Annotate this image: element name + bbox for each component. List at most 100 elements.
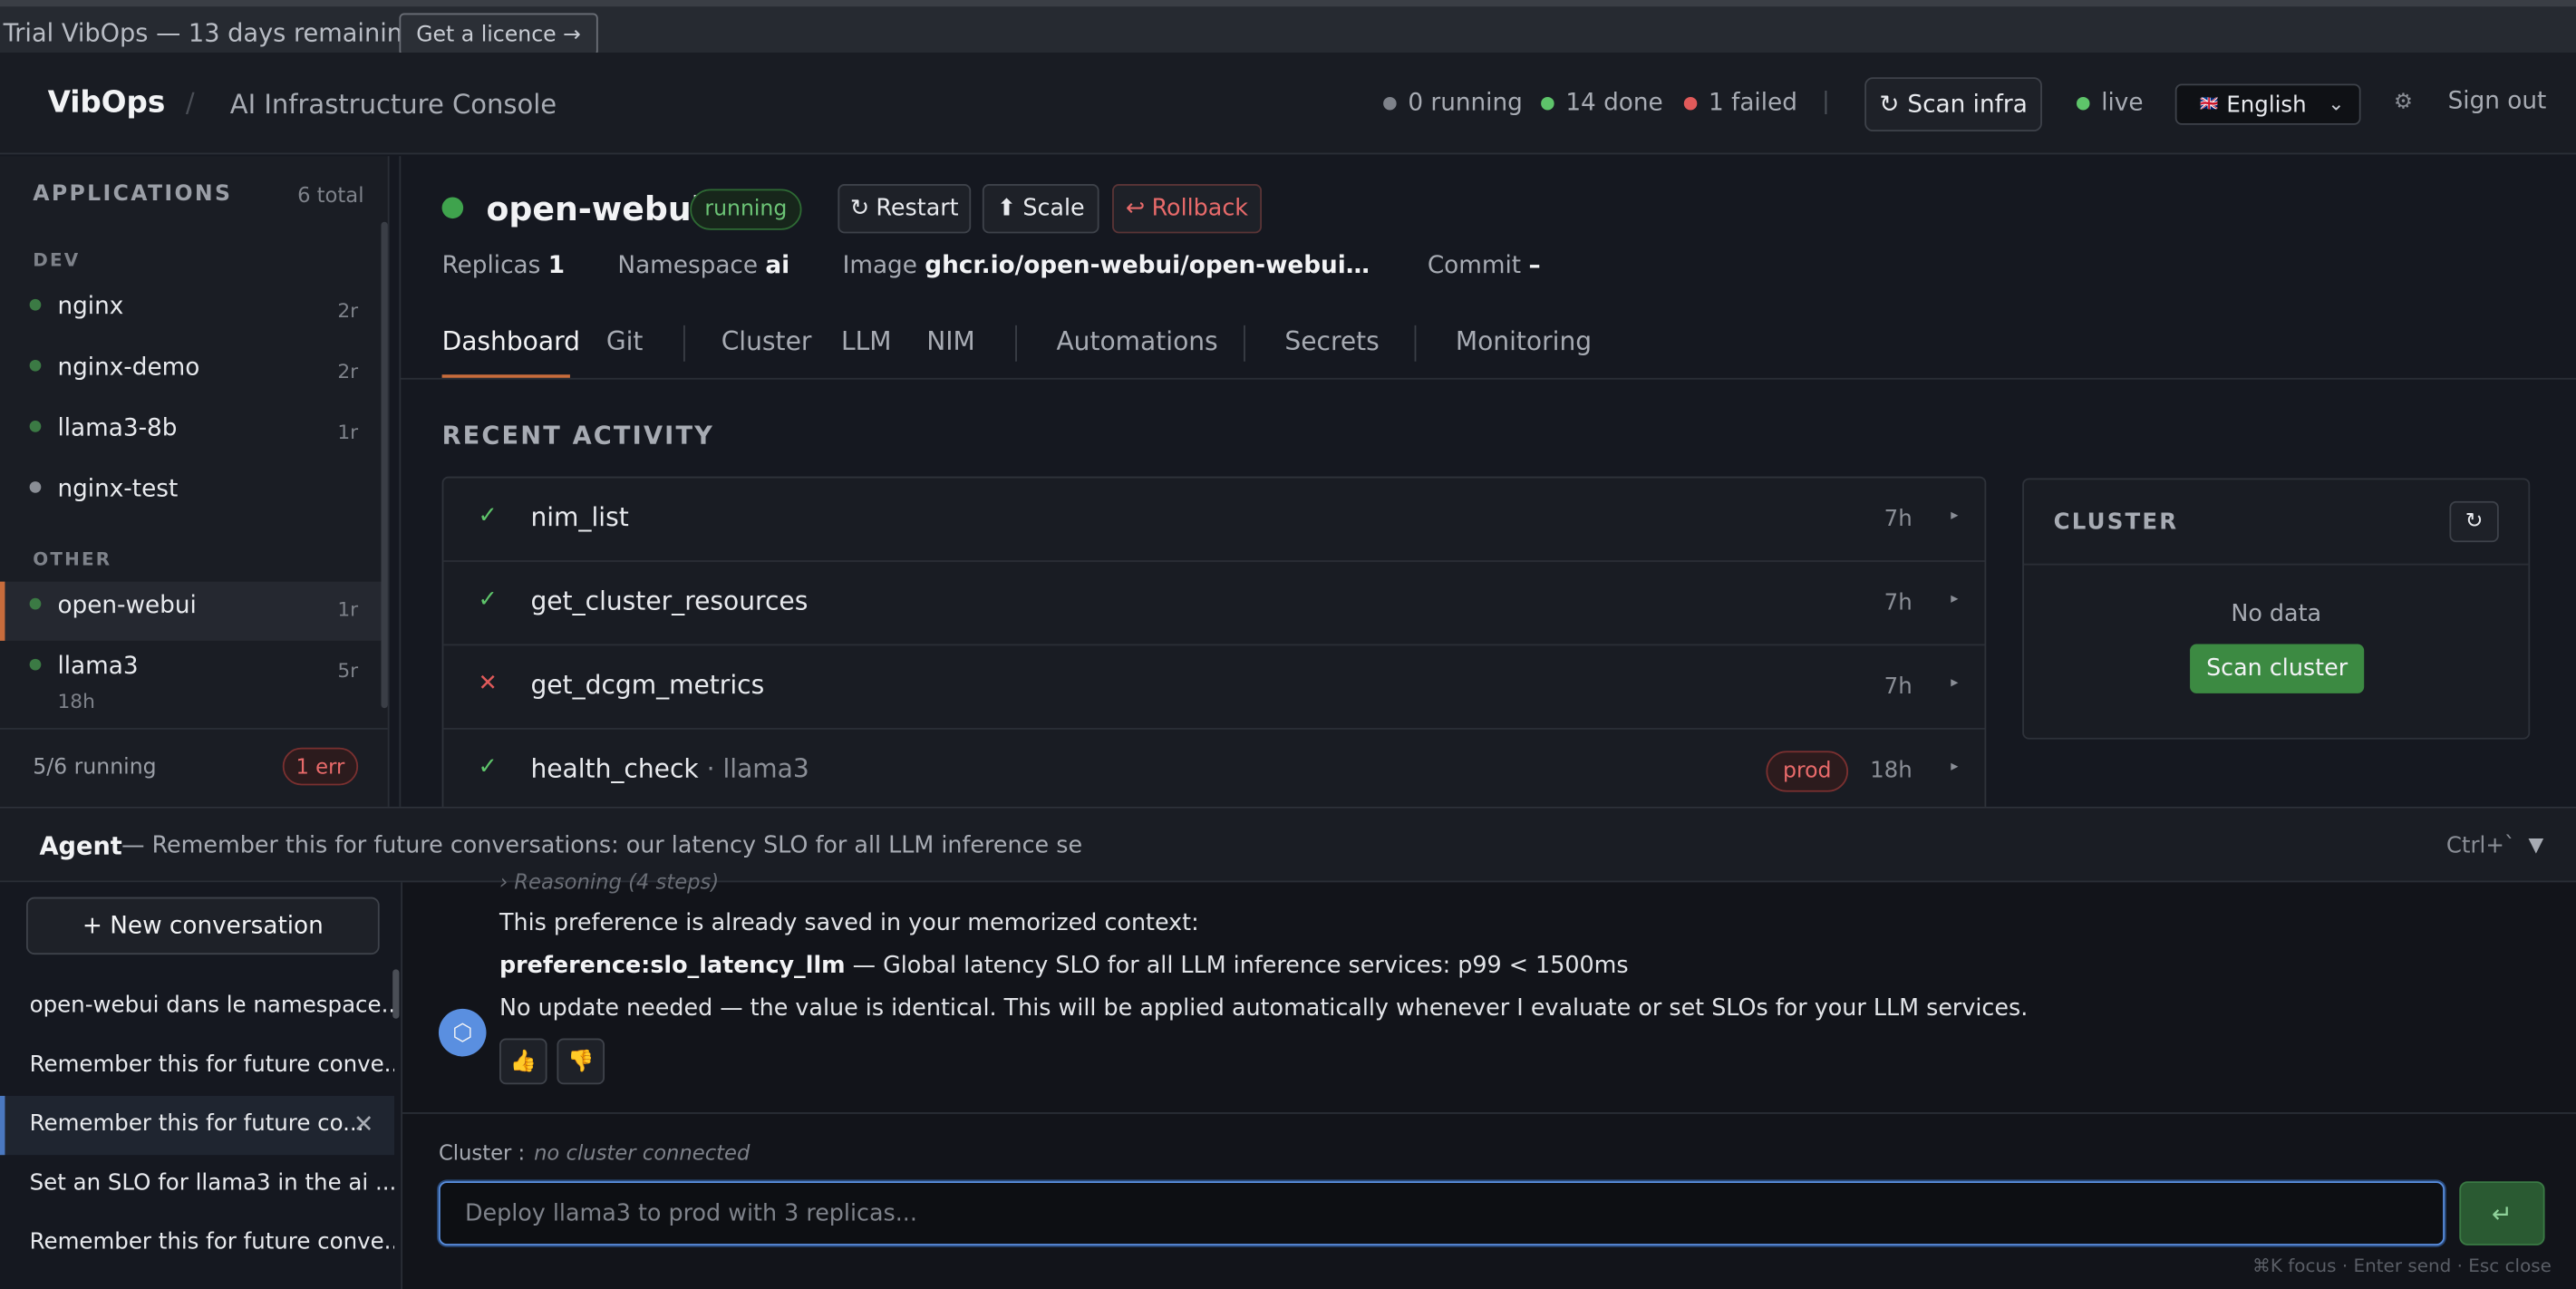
conversation-item-active[interactable]: Remember this for future co... ✕ [0, 1095, 394, 1156]
expand-arrow-icon[interactable]: ▸ [1951, 759, 1958, 775]
thumbs-down-button[interactable]: 👎 [557, 1038, 605, 1085]
activity-list: ✓ nim_list 7h ▸ ✓ get_cluster_resources … [441, 476, 1987, 822]
sidebar-item-llama3-8b[interactable]: llama3-8b 1r [0, 404, 383, 463]
status-dot-icon [29, 298, 42, 311]
collapse-icon[interactable]: ▼ [2528, 833, 2543, 856]
applications-title: APPLICATIONS [33, 182, 233, 208]
chat-input[interactable]: Deploy llama3 to prod with 3 replicas... [438, 1181, 2445, 1245]
new-conversation-button[interactable]: + New conversation [26, 896, 380, 955]
status-dot-icon [29, 597, 42, 610]
conversation-item[interactable]: Remember this for future conve... [0, 1037, 394, 1096]
chat-divider [402, 1112, 2576, 1114]
agent-shortcut: Ctrl+` [2445, 832, 2516, 859]
recent-activity-title: RECENT ACTIVITY [441, 421, 715, 451]
app-detail-panel: open-webui running ↻ Restart ⬆ Scale ↩ R… [390, 156, 2576, 822]
status-dot-icon [29, 359, 42, 372]
tool-label: health_check [530, 753, 699, 784]
tab-nim[interactable]: NIM [926, 327, 975, 357]
scale-button[interactable]: ⬆ Scale [982, 184, 1099, 234]
restart-label: Restart [876, 195, 959, 222]
language-value: English [2226, 91, 2307, 118]
scan-cluster-button[interactable]: Scan cluster [2190, 644, 2365, 693]
tab-dashboard[interactable]: Dashboard [442, 327, 580, 357]
panel-divider [399, 156, 402, 807]
agent-conversation-title: — Remember this for future conversations… [121, 832, 1083, 859]
agent-title: Agent [39, 831, 122, 861]
replica-count: 2r [337, 298, 359, 323]
replica-count: 5r [337, 658, 359, 683]
applications-total: 6 total [297, 182, 364, 208]
expand-arrow-icon[interactable]: ▸ [1951, 508, 1958, 524]
gear-icon[interactable]: ⚙ [2394, 91, 2413, 115]
image-label: Image [842, 253, 917, 280]
app-status-dot-icon [441, 197, 464, 219]
app-meta: Replicas 1 Namespace ai Image ghcr.io/op… [442, 253, 1541, 279]
applications-sidebar: APPLICATIONS 6 total DEV nginx 2r nginx-… [0, 156, 390, 807]
done-count: 14 done [1565, 90, 1663, 117]
sidebar-item-nginx[interactable]: nginx 2r [0, 283, 383, 342]
conversation-item[interactable]: Remember this for future conve... [0, 1214, 394, 1273]
sidebar-item-nginx-test[interactable]: nginx-test [0, 465, 383, 524]
sidebar-item-llama3[interactable]: llama3 5r 18h [0, 643, 383, 718]
uk-flag-icon: 🇬🇧 [2199, 96, 2219, 113]
chevron-down-icon: ⌄ [2328, 92, 2345, 115]
activity-row[interactable]: ✕ get_dcgm_metrics 7h ▸ [443, 645, 1985, 730]
check-icon: ✓ [478, 586, 498, 614]
app-name: nginx-test [57, 476, 179, 503]
tab-monitoring[interactable]: Monitoring [1456, 327, 1592, 357]
expand-arrow-icon[interactable]: ▸ [1951, 592, 1958, 608]
cluster-refresh-button[interactable]: ↻ [2449, 500, 2499, 543]
restart-icon: ↻ [849, 195, 870, 222]
sidebar-item-nginx-demo[interactable]: nginx-demo 2r [0, 344, 383, 402]
keyboard-hints: ⌘K focus · Enter send · Esc close [2252, 1255, 2552, 1277]
running-stat: 0 running [1383, 91, 1523, 117]
restart-button[interactable]: ↻ Restart [838, 184, 972, 234]
assistant-message-line: This preference is already saved in your… [499, 910, 1199, 937]
app-name: open-webui [57, 593, 197, 620]
error-badge[interactable]: 1 err [282, 747, 359, 786]
activity-row[interactable]: ✓ nim_list 7h ▸ [443, 478, 1985, 562]
tab-git[interactable]: Git [606, 327, 644, 357]
conversation-label: Remember this for future co... [29, 1110, 364, 1138]
check-icon: ✓ [478, 502, 498, 529]
activity-row[interactable]: ✓ get_cluster_resources 7h ▸ [443, 562, 1985, 646]
reasoning-toggle[interactable]: › Reasoning (4 steps) [499, 869, 719, 894]
tab-llm[interactable]: LLM [841, 327, 892, 357]
send-button[interactable]: ↵ [2459, 1181, 2545, 1245]
get-licence-button[interactable]: Get a licence → [399, 13, 598, 56]
live-label: live [2101, 90, 2144, 117]
replica-count: 2r [337, 359, 359, 383]
close-icon[interactable]: ✕ [353, 1109, 374, 1139]
sign-out-link[interactable]: Sign out [2448, 89, 2547, 115]
failed-count: 1 failed [1709, 90, 1797, 117]
activity-row[interactable]: ✓ health_check · llama3 prod 18h ▸ [443, 730, 1985, 814]
expand-arrow-icon[interactable]: ▸ [1951, 675, 1958, 692]
status-dot-icon [29, 658, 42, 671]
thumbs-up-button[interactable]: 👍 [499, 1038, 547, 1085]
tab-secrets[interactable]: Secrets [1284, 327, 1379, 357]
sidebar-scrollbar[interactable] [381, 221, 388, 709]
done-dot-icon [1541, 96, 1554, 111]
conversation-item[interactable]: open-webui dans le namespace... [0, 977, 394, 1036]
scan-infra-button[interactable]: ↻ Scan infra [1864, 77, 2042, 131]
replicas-value: 1 [547, 253, 566, 280]
tool-label: get_cluster_resources [530, 586, 809, 616]
tool-label: get_dcgm_metrics [530, 670, 765, 701]
rollback-button[interactable]: ↩ Rollback [1112, 184, 1262, 234]
language-select[interactable]: 🇬🇧 English ⌄ [2174, 83, 2361, 125]
brand-logo[interactable]: VibOps [48, 85, 166, 120]
app-name: nginx [57, 294, 124, 321]
live-dot-icon [2077, 96, 2090, 111]
running-dot-icon [1383, 96, 1397, 111]
app-title: open-webui [486, 189, 703, 228]
agent-header[interactable]: Agent — Remember this for future convers… [0, 808, 2576, 883]
group-label-other: OTHER [33, 548, 112, 570]
tool-name: get_cluster_resources [530, 586, 808, 616]
conversation-scrollbar[interactable] [392, 969, 400, 1019]
sidebar-item-open-webui[interactable]: open-webui 1r [0, 581, 383, 641]
refresh-icon: ↻ [2465, 509, 2484, 535]
conversation-item[interactable]: Set an SLO for llama3 in the ai ... [0, 1155, 394, 1214]
tab-automations[interactable]: Automations [1056, 327, 1217, 357]
cluster-value: no cluster connected [534, 1139, 751, 1166]
tab-cluster[interactable]: Cluster [721, 327, 812, 357]
